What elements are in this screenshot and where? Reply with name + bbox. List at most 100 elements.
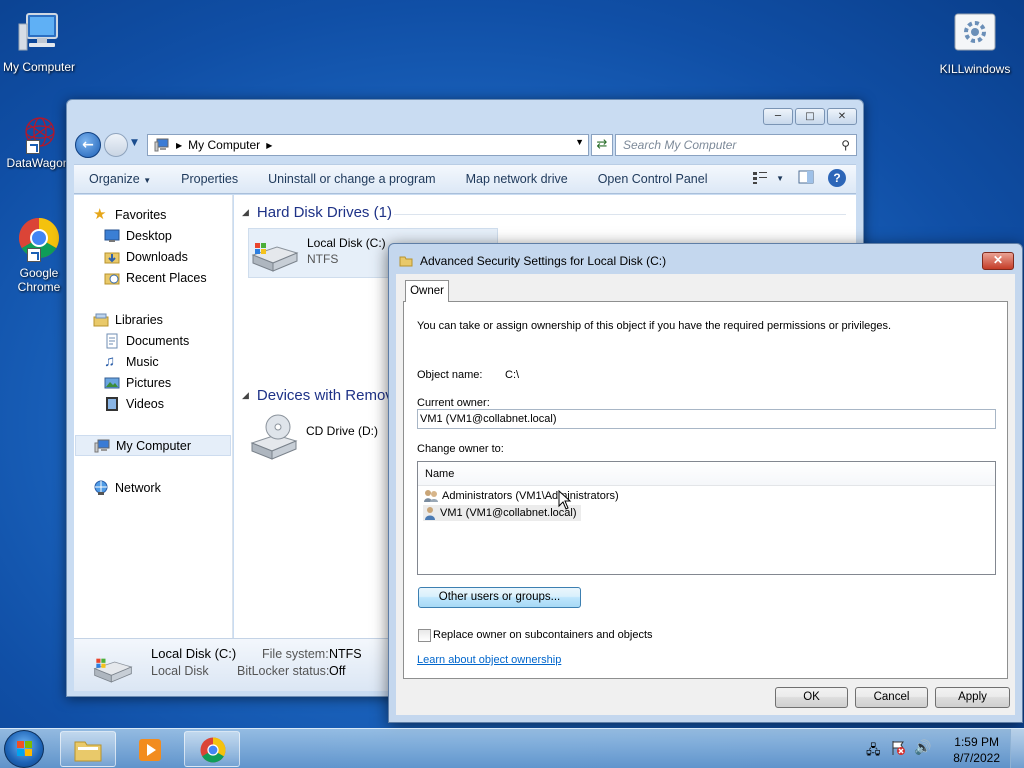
view-options-button[interactable]: ▼ [752, 171, 784, 185]
taskbar-media-player-button[interactable] [122, 731, 178, 767]
current-owner-field[interactable]: VM1 (VM1@collabnet.local) [417, 409, 996, 429]
close-icon: ✕ [837, 111, 847, 122]
open-control-panel-button[interactable]: Open Control Panel [583, 172, 723, 186]
downloads-folder-icon [104, 252, 120, 264]
show-desktop-button[interactable] [1010, 729, 1024, 768]
nav-libraries[interactable]: Libraries [93, 311, 163, 329]
chrome-icon [15, 216, 63, 264]
details-fs-label: File system: [262, 647, 329, 661]
other-users-or-groups-button[interactable]: Other users or groups... [418, 587, 581, 608]
hard-drive-icon [93, 658, 133, 683]
drive-name: Local Disk (C:) [307, 236, 386, 250]
list-item-administrators[interactable]: Administrators (VM1\Administrators) [423, 488, 623, 504]
desktop-icon-label: Google Chrome [17, 266, 61, 294]
clock-date: 8/7/2022 [953, 751, 1000, 765]
list-item-vm1[interactable]: VM1 (VM1@collabnet.local) [423, 505, 581, 521]
replace-owner-label[interactable]: Replace owner on subcontainers and objec… [433, 629, 653, 641]
volume-icon[interactable]: 🔊 [914, 739, 931, 756]
maximize-button[interactable]: □ [795, 108, 825, 125]
dialog-close-button[interactable]: ✕ [982, 252, 1014, 270]
action-center-icon[interactable] [890, 740, 906, 759]
nav-recent-places[interactable]: Recent Places [104, 269, 207, 287]
nav-desktop[interactable]: Desktop [104, 227, 172, 245]
preview-pane-icon [798, 170, 814, 183]
nav-videos[interactable]: Videos [104, 395, 164, 413]
apply-button[interactable]: Apply [935, 687, 1010, 708]
desktop-icon [104, 229, 120, 242]
object-name-value: C:\ [505, 369, 520, 381]
group-header-hard-disk-drives[interactable]: ◢ Hard Disk Drives (1) [242, 204, 392, 221]
dialog-title: Advanced Security Settings for Local Dis… [420, 254, 667, 268]
back-button[interactable]: ← [75, 132, 101, 158]
group-divider [394, 214, 846, 215]
breadcrumb-separator-icon: ▶ [176, 140, 183, 150]
change-owner-label: Change owner to: [417, 443, 504, 455]
cancel-button[interactable]: Cancel [855, 687, 928, 708]
uninstall-program-button[interactable]: Uninstall or change a program [253, 172, 450, 186]
computer-icon [94, 439, 110, 452]
search-placeholder: Search My Computer [623, 138, 737, 152]
computer-icon [154, 137, 170, 153]
desktop-icon-my-computer[interactable]: My Computer [1, 10, 77, 74]
desktop-icon-label: KILLwindows [939, 62, 1011, 76]
network-tray-icon[interactable]: 🖧 [866, 741, 881, 763]
preview-pane-button[interactable] [798, 170, 814, 187]
taskbar-chrome-button[interactable] [184, 731, 240, 767]
nav-my-computer[interactable]: My Computer [75, 435, 231, 456]
libraries-icon [93, 313, 109, 327]
list-column-name[interactable]: Name [418, 462, 995, 486]
clock[interactable]: 1:59 PM 8/7/2022 [953, 734, 1000, 766]
ok-button[interactable]: OK [775, 687, 848, 708]
nav-favorites[interactable]: ★ Favorites [93, 206, 166, 224]
breadcrumb-my-computer[interactable]: My Computer [188, 138, 260, 152]
help-button[interactable]: ? [828, 169, 846, 187]
tab-owner[interactable]: Owner [405, 280, 449, 302]
forward-button[interactable] [104, 133, 128, 157]
nav-documents[interactable]: Documents [104, 332, 189, 350]
collapse-triangle-icon: ◢ [242, 207, 249, 217]
music-note-icon: ♫ [104, 353, 116, 370]
pictures-icon [104, 377, 120, 389]
organize-button[interactable]: Organize ▼ [74, 172, 166, 186]
replace-owner-checkbox[interactable] [418, 629, 431, 642]
learn-ownership-link[interactable]: Learn about object ownership [417, 654, 561, 666]
close-button[interactable]: ✕ [827, 108, 857, 125]
nav-downloads[interactable]: Downloads [104, 248, 188, 266]
shortcut-arrow-icon [26, 140, 40, 154]
owner-listbox[interactable]: Name Administrators (VM1\Administrators)… [417, 461, 996, 575]
refresh-icon: ⇄ [596, 137, 608, 152]
close-icon: ✕ [992, 253, 1004, 267]
details-bitlocker-value: Off [329, 664, 346, 678]
taskbar-explorer-button[interactable] [60, 731, 116, 767]
chevron-down-icon[interactable]: ▼ [575, 137, 584, 147]
nav-network[interactable]: Network [93, 479, 161, 497]
refresh-button[interactable]: ⇄ [591, 134, 613, 156]
address-bar[interactable]: ▶ My Computer ▶ ▼ [147, 134, 589, 156]
search-input[interactable]: Search My Computer ⚲ [615, 134, 857, 156]
windows-logo-icon [17, 741, 32, 756]
computer-icon [15, 10, 63, 58]
videos-icon [106, 397, 118, 411]
nav-pictures[interactable]: Pictures [104, 374, 171, 392]
current-owner-label: Current owner: [417, 397, 490, 409]
object-name-label: Object name: [417, 369, 483, 381]
search-icon: ⚲ [841, 138, 850, 152]
view-icon [753, 172, 768, 184]
dialog-title-bar: Advanced Security Settings for Local Dis… [399, 254, 666, 268]
properties-button[interactable]: Properties [166, 172, 253, 186]
folder-icon [399, 256, 413, 267]
desktop-icon-killwindows[interactable]: KILLwindows [936, 12, 1014, 76]
map-network-drive-button[interactable]: Map network drive [451, 172, 583, 186]
navigation-pane: ★ Favorites Desktop Downloads Recent Pla… [74, 195, 233, 638]
desktop-icon-datawagon[interactable]: DataWagon [0, 112, 76, 170]
nav-music[interactable]: ♫ Music [104, 353, 159, 371]
system-tray: 🖧 🔊 1:59 PM 8/7/2022 [862, 729, 1024, 768]
chevron-down-icon: ▼ [776, 173, 784, 183]
cd-drive-icon [250, 414, 298, 460]
recent-pages-button[interactable]: ▼ [131, 138, 138, 148]
arrow-left-icon: ← [82, 137, 94, 153]
minimize-button[interactable]: ─ [763, 108, 793, 125]
advanced-security-dialog[interactable]: Advanced Security Settings for Local Dis… [388, 243, 1023, 723]
start-button[interactable] [4, 730, 44, 768]
documents-icon [106, 333, 118, 349]
